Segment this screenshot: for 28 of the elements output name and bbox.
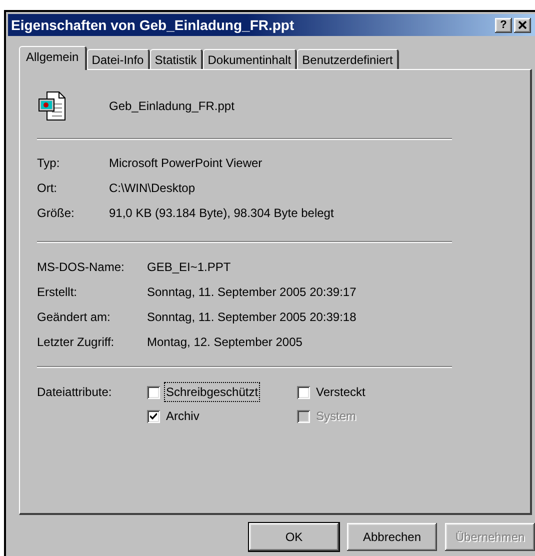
property-label: Typ: (37, 154, 61, 172)
window-title: Eigenschaften von Geb_Einladung_FR.ppt (11, 16, 294, 35)
property-value: C:\WIN\Desktop (109, 180, 196, 196)
property-label: Erstellt: (37, 284, 78, 300)
property-value: Montag, 12. September 2005 (147, 334, 302, 350)
property-label: Ort: (37, 180, 58, 196)
property-value: Sonntag, 11. September 2005 20:39:17 (147, 284, 356, 300)
tab[interactable]: Datei-Info (86, 49, 150, 69)
file-name: Geb_Einladung_FR.ppt (109, 98, 234, 115)
property-value: Microsoft PowerPoint Viewer (109, 154, 262, 172)
property-label: Geändert am: (37, 308, 112, 326)
tab[interactable]: Statistik (150, 49, 203, 69)
property-value: Sonntag, 11. September 2005 20:39:18 (147, 308, 356, 326)
property-value: 91,0 KB (93.184 Byte), 98.304 Byte belegt (109, 204, 334, 222)
property-label: MS-DOS-Name: (37, 258, 126, 276)
checkbox-label[interactable]: Archiv (165, 407, 200, 425)
dialog-button[interactable]: Abbrechen (347, 523, 437, 551)
property-label: Letzter Zugriff: (37, 334, 116, 350)
tab[interactable]: Dokumentinhalt (202, 49, 298, 69)
tab[interactable]: Benutzerdefiniert (297, 49, 399, 69)
checkbox-label[interactable]: Schreibgeschützt (165, 383, 260, 401)
tab[interactable]: Allgemein (19, 46, 87, 70)
property-label: Größe: (37, 204, 76, 222)
attributes-label: Dateiattribute: (37, 384, 113, 401)
property-value: GEB_EI~1.PPT (147, 258, 231, 276)
checkbox-label[interactable]: Versteckt (315, 383, 366, 401)
dialog-button[interactable]: OK (249, 523, 339, 551)
help-button[interactable]: ? (495, 18, 512, 32)
